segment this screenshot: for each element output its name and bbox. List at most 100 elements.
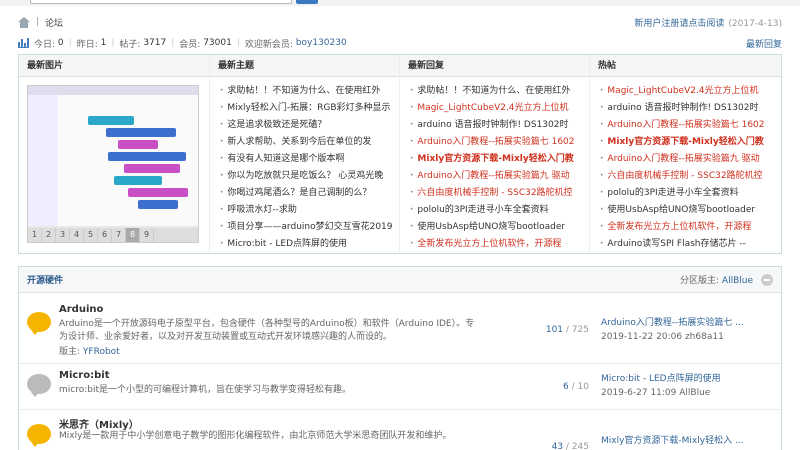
category-title[interactable]: 开源硬件 <box>27 273 63 286</box>
list-item[interactable]: 呼吸流水灯--求助 <box>220 202 399 219</box>
list-item[interactable]: pololu的3PI走进寻小车全套资料 <box>600 185 781 202</box>
board-moderator-label: 版主: <box>59 347 81 357</box>
list-item[interactable]: arduino 语音报时钟制作! DS1302时 <box>600 100 781 117</box>
list-item[interactable]: Arduino入门教程--拓展实验篇九 驱动 <box>600 151 781 168</box>
board-status-icon <box>27 312 51 335</box>
search-button[interactable] <box>296 0 318 4</box>
list-item[interactable]: Arduino入门教程--拓展实验篇九 驱动 <box>410 168 589 185</box>
collapse-icon[interactable] <box>761 273 773 286</box>
list-item[interactable]: 全新发布光立方上位机软件，开源程 <box>600 219 781 236</box>
today-label: 今日: <box>34 39 56 50</box>
picture-slideshow[interactable]: 123456789 <box>27 85 199 243</box>
members-label: 会员: <box>179 39 201 50</box>
list-item[interactable]: Mixly官方资源下载-Mixly轻松入门教 <box>410 151 589 168</box>
slideshow-page[interactable]: 8 <box>126 228 140 242</box>
slideshow-page[interactable]: 2 <box>42 228 56 242</box>
forum-category: 开源硬件 分区版主: AllBlue Arduino Arduino是一个开放源码… <box>18 266 782 450</box>
list-item[interactable]: Arduino入门教程--拓展实验篇七 1602 <box>600 117 781 134</box>
topic-count: 101 <box>545 325 564 335</box>
list-item[interactable]: 新人求帮助、关系到今后在单位的发 <box>220 134 399 151</box>
slideshow-page[interactable]: 4 <box>70 228 84 242</box>
posts-label: 帖子: <box>119 39 141 50</box>
list-item[interactable]: 全新发布光立方上位机软件，开源程 <box>410 236 589 253</box>
bar-chart-icon <box>18 38 29 48</box>
column-title: 热帖 <box>590 55 781 77</box>
latest-reply-link[interactable]: 最新回复 <box>746 37 782 50</box>
board-counts: 101 / 725 <box>545 325 589 335</box>
new-member-link[interactable]: boy130230 <box>296 38 347 48</box>
list-item[interactable]: Magic_LightCubeV2.4光立方上位机 <box>410 100 589 117</box>
new-topics-list: 求助帖！！不知道为什么、在使用红外Mixly轻松入门-拓展：RGB彩灯多种显示这… <box>210 77 399 253</box>
column-latest-pictures: 最新图片 123456789 <box>19 55 209 253</box>
new-replies-list: 求助帖！！不知道为什么、在使用红外Magic_LightCubeV2.4光立方上… <box>400 77 589 253</box>
list-item[interactable]: 求助帖！！不知道为什么、在使用红外 <box>410 83 589 100</box>
list-item[interactable]: 六自由度机械手控制 - SSC32路舵机控 <box>600 168 781 185</box>
breadcrumb-current[interactable]: 论坛 <box>45 16 63 29</box>
slideshow-page[interactable]: 7 <box>112 228 126 242</box>
list-item[interactable]: 求助帖！！不知道为什么、在使用红外 <box>220 83 399 100</box>
breadcrumb-separator: | <box>36 17 40 27</box>
list-item[interactable]: Mixly官方资源下载-Mixly轻松入门教 <box>600 134 781 151</box>
notice-text: 新用户注册请点击阅读 <box>634 18 725 29</box>
board-last-post: Mixly官方资源下载-Mixly轻松入 ... <box>601 434 776 448</box>
category-moderator: 分区版主: AllBlue <box>680 273 753 286</box>
list-item[interactable]: pololu的3PI走进寻小车全套资料 <box>410 202 589 219</box>
last-post-title[interactable]: Micro:bit - LED点阵屏的使用 <box>601 372 776 386</box>
list-item[interactable]: Magic_LightCubeV2.4光立方上位机 <box>600 83 781 100</box>
breadcrumb: | 论坛 新用户注册请点击阅读 (2017-4-13) <box>18 14 782 30</box>
list-item[interactable]: arduino 语音报时钟制作! DS1302时 <box>410 117 589 134</box>
today-count: 0 <box>57 38 64 48</box>
last-post-title[interactable]: Mixly官方资源下载-Mixly轻松入 ... <box>601 434 776 448</box>
slideshow-page[interactable]: 1 <box>28 228 42 242</box>
list-item[interactable]: 使用UsbAsp给UNO烧写bootloader <box>600 202 781 219</box>
post-count: 725 <box>571 325 589 335</box>
category-header: 开源硬件 分区版主: AllBlue <box>19 267 781 293</box>
last-post-meta: 2019-6-27 11:09 AllBlue <box>601 388 711 398</box>
list-item[interactable]: 你喝过鸡尾酒么？是自己调制的么？ <box>220 185 399 202</box>
topic-count: 43 <box>551 442 564 450</box>
list-item[interactable]: 这是追求极致还是死磕？ <box>220 117 399 134</box>
welcome-label: 欢迎新会员: <box>244 39 293 50</box>
top-search-strip <box>0 0 800 6</box>
forum-stats: 今日: 0 | 昨日: 1 | 帖子: 3717 | 会员: 73001 | 欢… <box>18 36 782 50</box>
board-description: Arduino是一个开放源码电子原型平台，包含硬件（各种型号的Arduino板）… <box>59 319 475 342</box>
home-icon[interactable] <box>18 16 30 28</box>
board-row: Micro:bit micro:bit是一个小型的可编程计算机，旨在使学习与教学变… <box>19 364 781 410</box>
board-moderator-name[interactable]: YFRobot <box>83 347 120 357</box>
list-item[interactable]: 六自由度机械手控制 - SSC32路舵机控 <box>410 185 589 202</box>
slideshow-page[interactable]: 6 <box>98 228 112 242</box>
column-new-topics: 最新主题 求助帖！！不知道为什么、在使用红外Mixly轻松入门-拓展：RGB彩灯… <box>209 55 399 253</box>
list-item[interactable]: Arduino入门教程--拓展实验篇七 1602 <box>410 134 589 151</box>
register-notice-link[interactable]: 新用户注册请点击阅读 (2017-4-13) <box>634 16 782 29</box>
hot-posts-list: Magic_LightCubeV2.4光立方上位机arduino 语音报时钟制作… <box>590 77 781 253</box>
moderator-name[interactable]: AllBlue <box>722 276 753 286</box>
slideshow-page[interactable]: 3 <box>56 228 70 242</box>
list-item[interactable]: Mixly轻松入门-拓展：RGB彩灯多种显示 <box>220 100 399 117</box>
slideshow-image <box>28 86 198 226</box>
column-title: 最新图片 <box>19 55 209 77</box>
post-count: 245 <box>571 442 589 450</box>
last-post-title[interactable]: Arduino入门教程--拓展实验篇七 ... <box>601 316 776 330</box>
board-name[interactable]: Arduino <box>59 304 103 315</box>
list-item[interactable]: Arduino读写SPI Flash存储芯片 -- <box>600 236 781 253</box>
board-last-post: Micro:bit - LED点阵屏的使用 2019-6-27 11:09 All… <box>601 372 776 400</box>
last-post-meta: 2019-11-22 20:06 zh68a11 <box>601 332 724 342</box>
slideshow-page[interactable]: 5 <box>84 228 98 242</box>
list-item[interactable]: 项目分享——arduino梦幻交互雪花2019 <box>220 219 399 236</box>
board-row: Arduino Arduino是一个开放源码电子原型平台，包含硬件（各种型号的Ar… <box>19 294 781 364</box>
board-name[interactable]: 米思齐（Mixly） <box>59 416 139 431</box>
posts-count: 3717 <box>143 38 167 48</box>
column-hot-posts: 热帖 Magic_LightCubeV2.4光立方上位机arduino 语音报时… <box>589 55 781 253</box>
search-input[interactable] <box>30 0 292 4</box>
board-description: Mixly是一款用于中小学创意电子教学的图形化编程软件，由北京师范大学米思奇团队… <box>59 431 452 441</box>
list-item[interactable]: Micro:bit - LED点阵屏的使用 <box>220 236 399 253</box>
list-item[interactable]: 使用UsbAsp给UNO烧写bootloader <box>410 219 589 236</box>
post-count: 10 <box>577 382 589 392</box>
list-item[interactable]: 有没有人知道这是哪个版本啊 <box>220 151 399 168</box>
list-item[interactable]: 你以为吃放就只是吃饭么？ 心灵鸡光晚 <box>220 168 399 185</box>
board-counts: 6 / 10 <box>563 382 589 392</box>
board-name[interactable]: Micro:bit <box>59 370 109 381</box>
slideshow-pager: 123456789 <box>28 228 198 242</box>
yesterday-label: 昨日: <box>76 39 98 50</box>
slideshow-page[interactable]: 9 <box>140 228 154 242</box>
